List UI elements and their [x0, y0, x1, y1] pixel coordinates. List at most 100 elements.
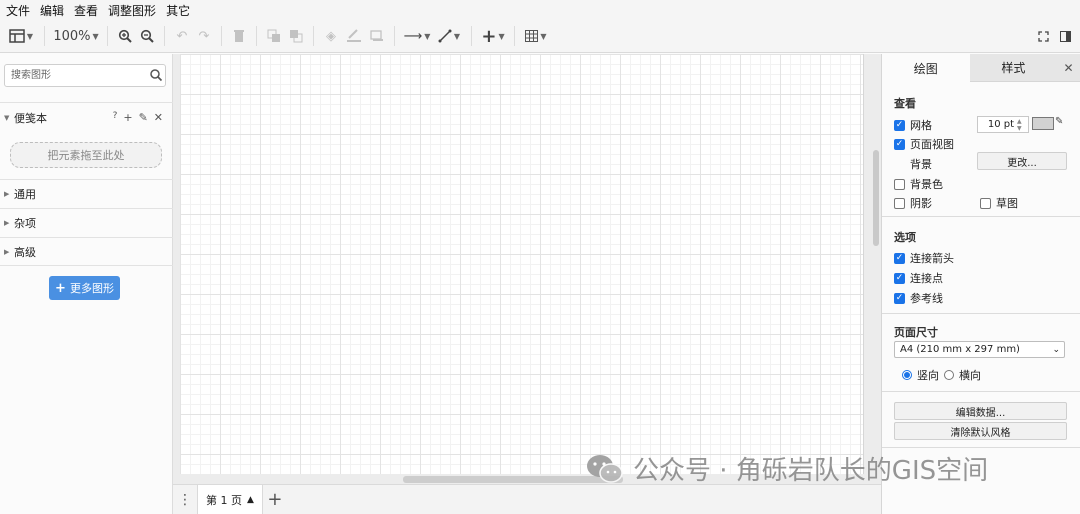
scratchpad-header[interactable]: ▼ 便笺本 ? + ✎ ✕ [0, 102, 173, 132]
view-section-title: 查看 [894, 97, 916, 110]
diagonal-line-icon [438, 29, 452, 43]
shadow-button[interactable] [366, 24, 388, 48]
menu-view[interactable]: 查看 [74, 2, 98, 19]
pages-menu-icon[interactable]: ⋮ [173, 492, 197, 508]
radio-selected-icon [902, 370, 912, 380]
search-shapes-input[interactable] [4, 64, 166, 87]
menu-extras[interactable]: 其它 [166, 2, 190, 19]
page-view-checkbox[interactable]: ✓ 页面视图 [894, 136, 954, 152]
redo-icon: ↷ [198, 28, 210, 44]
to-back-icon [290, 30, 303, 43]
insert-button[interactable]: + ▼ [478, 24, 508, 48]
grid-size-value: 10 pt [987, 119, 1014, 130]
checkbox-unchecked-icon [894, 197, 905, 209]
zoom-out-icon [140, 29, 154, 43]
chevron-down-icon: ▼ [453, 31, 461, 41]
grid-checkbox[interactable]: ✓ 网格 [894, 117, 932, 133]
add-icon[interactable]: + [123, 111, 132, 124]
portrait-label: 竖向 [917, 369, 939, 382]
clear-default-style-button[interactable]: 清除默认风格 [894, 422, 1067, 440]
dropzone-text: 把元素拖至此处 [47, 149, 125, 162]
checkbox-checked-icon: ✓ [894, 138, 905, 150]
scratchpad-dropzone[interactable]: 把元素拖至此处 [10, 142, 162, 168]
help-icon[interactable]: ? [113, 111, 118, 124]
clear-default-style-label: 清除默认风格 [950, 427, 1011, 439]
plus-icon: + [55, 280, 66, 296]
page-size-value: A4 (210 mm x 297 mm) [900, 344, 1020, 355]
undo-button[interactable]: ↶ [171, 24, 193, 48]
more-shapes-button[interactable]: + 更多图形 [49, 276, 120, 300]
edit-icon[interactable]: ✎ [139, 111, 148, 124]
connection-points-checkbox[interactable]: ✓ 连接点 [894, 270, 943, 286]
layout-panel-button[interactable]: ▼ [4, 24, 38, 48]
grid-color-swatch[interactable] [1032, 117, 1054, 130]
triangle-down-icon: ▼ [4, 113, 10, 122]
shadow-checkbox[interactable]: 阴影 [894, 195, 932, 211]
connection-style-button[interactable]: ⟶ ▼ [401, 24, 433, 48]
tab-style[interactable]: 样式 [969, 54, 1058, 82]
chevron-down-icon: ▼ [498, 31, 505, 41]
shapes-sidebar: ▼ 便笺本 ? + ✎ ✕ 把元素拖至此处 ▶ 通用 ▶ 杂项 ▶ 高级 + 更… [0, 54, 173, 514]
line-color-button[interactable] [342, 24, 366, 48]
chevron-up-icon[interactable]: ▲ [247, 495, 254, 505]
diagram-page[interactable] [180, 54, 864, 474]
edit-data-label: 编辑数据... [955, 407, 1006, 419]
chevron-down-icon: ▼ [540, 31, 547, 41]
format-panel-toggle[interactable] [1058, 24, 1072, 48]
fullscreen-button[interactable] [1036, 24, 1050, 48]
portrait-radio[interactable]: 竖向 [902, 367, 939, 383]
delete-button[interactable] [228, 24, 250, 48]
plus-icon: + [481, 25, 497, 47]
edit-data-button[interactable]: 编辑数据... [894, 402, 1067, 420]
sketch-label: 草图 [996, 197, 1018, 210]
close-icon[interactable]: ✕ [154, 111, 163, 124]
watermark-text: 公众号 · 角砾岩队长的GIS空间 [633, 456, 989, 486]
guides-checkbox[interactable]: ✓ 参考线 [894, 290, 943, 306]
tab-diagram[interactable]: 绘图 [882, 54, 970, 82]
background-color-label: 背景色 [910, 178, 943, 191]
connection-arrows-label: 连接箭头 [910, 252, 954, 265]
zoom-out-button[interactable] [136, 24, 158, 48]
fill-color-button[interactable]: ◈ [320, 24, 342, 48]
redo-button[interactable]: ↷ [193, 24, 215, 48]
to-back-button[interactable] [285, 24, 307, 48]
layout-icon [9, 29, 25, 43]
waypoints-button[interactable]: ▼ [433, 24, 465, 48]
vertical-scrollbar[interactable] [873, 150, 879, 246]
landscape-radio[interactable]: 横向 [944, 367, 981, 383]
background-color-checkbox[interactable]: 背景色 [894, 176, 943, 192]
format-panel: 绘图 样式 ✕ 查看 ✓ 网格 10 pt ▲ ▼ ✎ ✓ 页面视图 背景 更改.… [881, 54, 1080, 514]
menu-edit[interactable]: 编辑 [40, 2, 64, 19]
search-icon[interactable] [149, 68, 163, 82]
diagram-canvas[interactable] [173, 54, 881, 484]
toolbar: ▼ 100% ▼ ↶ ↷ ◈ ⟶ ▼ ▼ + ▼ ▼ [0, 20, 1080, 53]
menu-file[interactable]: 文件 [6, 2, 30, 19]
table-icon [525, 30, 539, 42]
zoom-in-icon [118, 29, 132, 43]
triangle-right-icon: ▶ [4, 219, 10, 227]
connection-arrows-checkbox[interactable]: ✓ 连接箭头 [894, 250, 954, 266]
grid-size-stepper[interactable]: ▲ ▼ [1017, 116, 1028, 133]
grid-label: 网格 [910, 119, 932, 132]
paint-bucket-icon: ◈ [326, 28, 336, 44]
to-front-button[interactable] [263, 24, 285, 48]
chevron-down-icon: ▼ [424, 31, 431, 41]
eyedropper-icon[interactable]: ✎ [1055, 116, 1063, 127]
sketch-checkbox[interactable]: 草图 [980, 195, 1018, 211]
zoom-in-button[interactable] [114, 24, 136, 48]
checkbox-unchecked-icon [980, 197, 991, 209]
close-panel-icon[interactable]: ✕ [1057, 54, 1080, 82]
section-misc[interactable]: ▶ 杂项 [0, 208, 173, 237]
section-general[interactable]: ▶ 通用 [0, 179, 173, 208]
zoom-dropdown[interactable]: 100% ▼ [51, 24, 101, 48]
page-tab-1[interactable]: 第 1 页 ▲ [197, 484, 263, 514]
add-page-icon[interactable]: + [263, 489, 287, 510]
page-size-select[interactable]: A4 (210 mm x 297 mm) ⌄ [894, 341, 1065, 358]
section-general-label: 通用 [14, 188, 36, 201]
section-advanced[interactable]: ▶ 高级 [0, 237, 173, 266]
checkbox-checked-icon: ✓ [894, 252, 905, 264]
table-button[interactable]: ▼ [521, 24, 551, 48]
menu-arrange[interactable]: 调整图形 [108, 2, 156, 19]
change-background-button[interactable]: 更改... [977, 152, 1067, 170]
shadow-icon [370, 30, 383, 41]
